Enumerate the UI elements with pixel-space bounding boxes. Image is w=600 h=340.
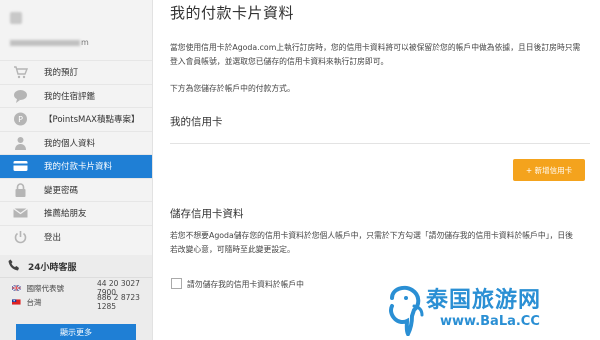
main-content: 我的付款卡片資料 當您使用信用卡於Agoda.com上執行訂房時，您的信用卡資料… xyxy=(170,0,590,289)
sidebar-item-label: 我的個人資料 xyxy=(44,138,96,149)
lock-icon xyxy=(13,182,28,197)
email-blur xyxy=(10,39,80,46)
power-icon xyxy=(13,230,28,244)
watermark-chinese: 泰国旅游网 xyxy=(426,288,542,313)
chat-bubble-icon xyxy=(13,89,28,103)
card-icon xyxy=(13,159,28,173)
support-title: 24小時客服 xyxy=(0,255,152,278)
phone-row-taiwan: 台灣 886 2 8723 1285 xyxy=(0,293,152,311)
sidebar-item-label: 推薦給朋友 xyxy=(44,209,87,220)
stored-methods-note: 下方為您儲存於帳戶中的付款方式。 xyxy=(170,84,295,93)
support-panel: 24小時客服 國際代表號 44 20 3027 7900 台灣 886 2 87… xyxy=(0,255,152,340)
elephant-logo-icon xyxy=(389,285,424,336)
phone-icon xyxy=(8,259,22,274)
page-title: 我的付款卡片資料 xyxy=(170,4,295,22)
sidebar: m 我的預訂 我的住宿評鑑 P 【PointsMAX積點專案】 我的個人資料 我… xyxy=(0,0,153,340)
sidebar-item-label: 我的住宿評鑑 xyxy=(44,91,96,102)
show-more-button[interactable]: 顯示更多 xyxy=(16,324,136,340)
sidebar-item-label: 我的付款卡片資料 xyxy=(44,162,113,173)
account-name-blurred xyxy=(10,12,22,24)
user-icon xyxy=(13,136,28,150)
watermark-url: www.BaLa.CC xyxy=(440,314,540,329)
dont-save-card-checkbox[interactable] xyxy=(171,278,182,289)
save-card-section-title: 儲存信用卡資料 xyxy=(170,208,244,220)
sidebar-item-label: 變更密碼 xyxy=(44,185,79,196)
sidebar-item-payment[interactable]: 我的付款卡片資料 xyxy=(0,154,152,178)
sidebar-item-reviews[interactable]: 我的住宿評鑑 xyxy=(0,83,152,108)
watermark: 泰国旅游网 www.BaLa.CC xyxy=(380,278,600,340)
add-credit-card-button[interactable]: + 新增信用卡 xyxy=(513,159,585,181)
svg-text:P: P xyxy=(18,115,23,124)
taiwan-flag-icon xyxy=(12,299,21,305)
save-card-description: 若您不想要Agoda儲存您的信用卡資料於您個人帳戶中，只需於下方勾選「請勿儲存我… xyxy=(170,231,573,254)
sidebar-item-bookings[interactable]: 我的預訂 xyxy=(0,60,152,84)
sidebar-item-label: 我的預訂 xyxy=(44,68,79,79)
section-divider xyxy=(170,143,590,144)
sidebar-item-profile[interactable]: 我的個人資料 xyxy=(0,130,152,155)
dont-save-card-label[interactable]: 請勿儲存我的信用卡資料於帳戶中 xyxy=(187,279,304,290)
envelope-icon xyxy=(13,206,28,220)
sidebar-item-password[interactable]: 變更密碼 xyxy=(0,177,152,202)
points-icon: P xyxy=(13,112,28,126)
sidebar-item-label: 登出 xyxy=(44,232,62,243)
credit-card-section-title: 我的信用卡 xyxy=(170,116,223,128)
uk-flag-icon xyxy=(12,285,21,291)
account-header: m xyxy=(0,0,152,58)
intro-text: 當您使用信用卡於Agoda.com上執行訂房時，您的信用卡資料將可以被保留於您的… xyxy=(170,43,581,66)
cart-icon xyxy=(13,65,29,79)
sidebar-item-refer[interactable]: 推薦給朋友 xyxy=(0,201,152,225)
sidebar-item-label: 【PointsMAX積點專案】 xyxy=(44,115,140,126)
account-email: m xyxy=(10,38,144,47)
sidebar-item-pointsmax[interactable]: P 【PointsMAX積點專案】 xyxy=(0,107,152,131)
sidebar-item-logout[interactable]: 登出 xyxy=(0,224,152,249)
sidebar-menu: 我的預訂 我的住宿評鑑 P 【PointsMAX積點專案】 我的個人資料 我的付… xyxy=(0,60,152,248)
